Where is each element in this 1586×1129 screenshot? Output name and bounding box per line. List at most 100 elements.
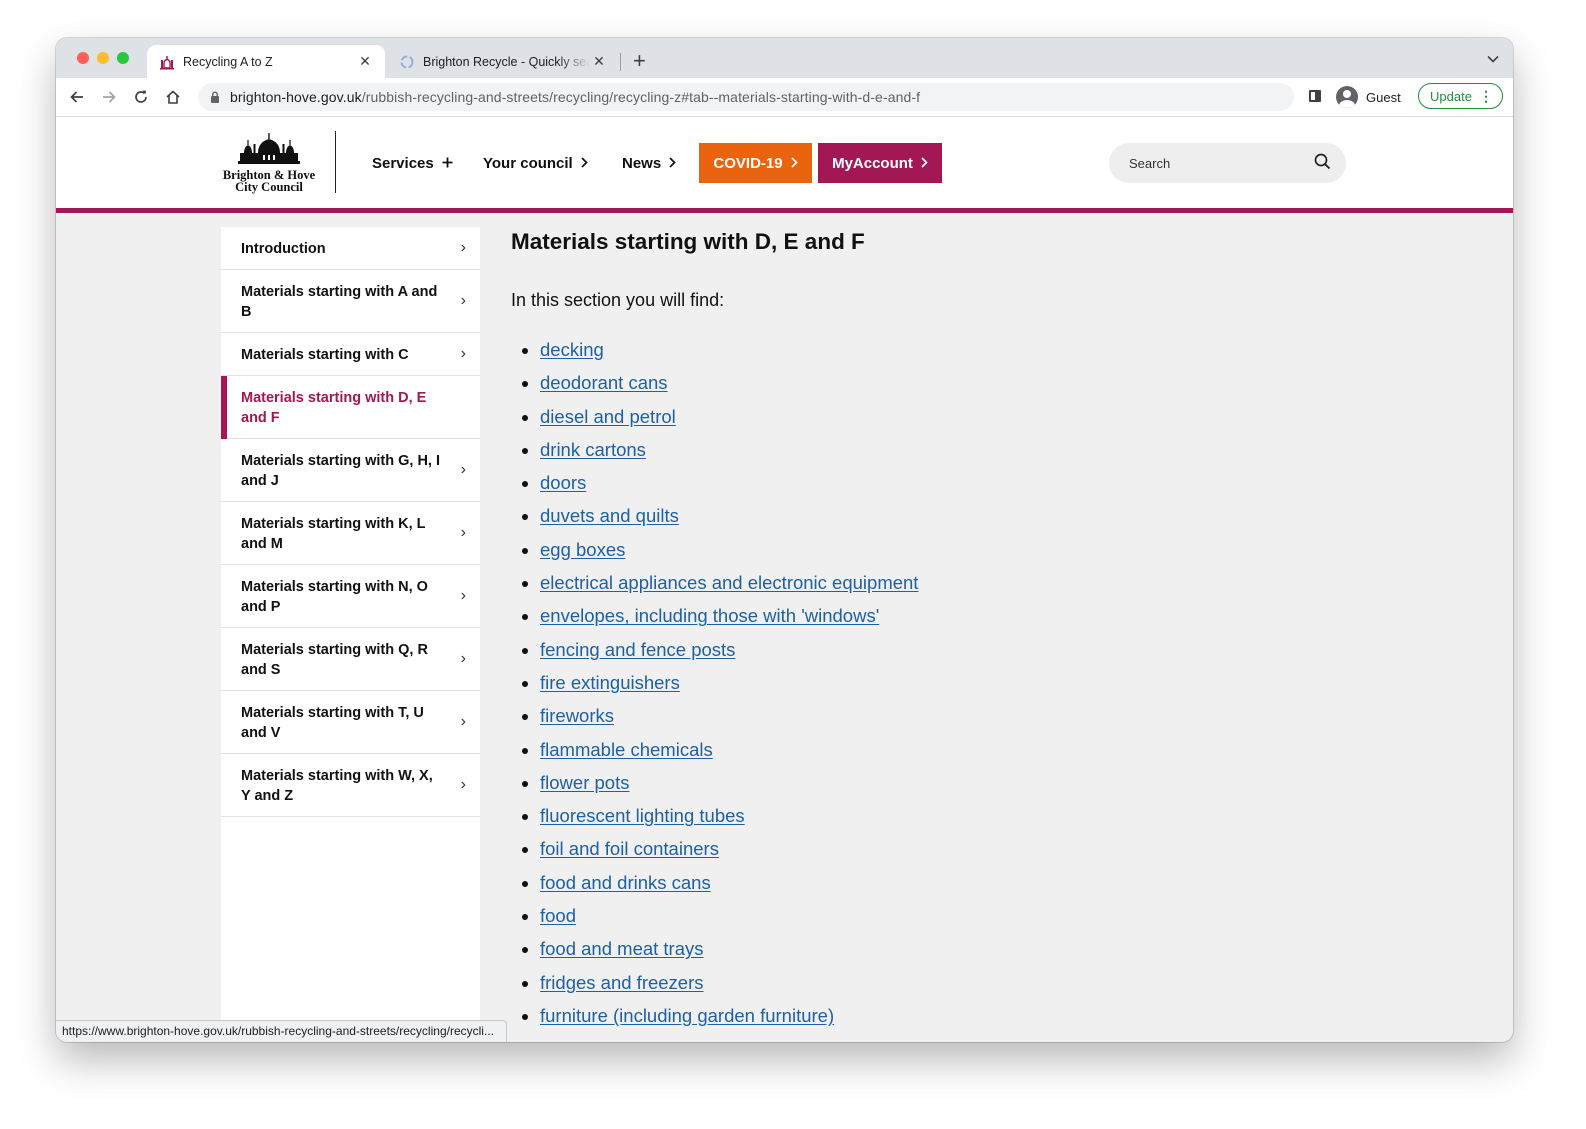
nav-label: Your council (483, 154, 573, 172)
logo-line-2: City Council (235, 180, 303, 194)
material-link[interactable]: deodorant cans (540, 372, 668, 393)
list-item: food (540, 899, 1411, 932)
list-item: egg boxes (540, 533, 1411, 566)
profile-button[interactable]: Guest (1336, 83, 1401, 111)
sidebar-item-introduction[interactable]: Introduction › (221, 227, 480, 270)
nav-services[interactable]: Services (372, 143, 453, 183)
sidebar-item-d-e-f[interactable]: Materials starting with D, E and F (221, 376, 480, 439)
material-link[interactable]: foil and foil containers (540, 838, 719, 859)
forward-button[interactable] (98, 86, 120, 108)
material-link[interactable]: flower pots (540, 772, 629, 793)
tab-title: Brighton Recycle - Quickly search (423, 54, 591, 69)
material-link[interactable]: diesel and petrol (540, 406, 676, 427)
arrow-left-icon (70, 91, 83, 103)
myaccount-label: MyAccount (832, 154, 913, 172)
tab-recycling-a-to-z[interactable]: Recycling A to Z ✕ (147, 45, 385, 78)
sidebar-item-a-b[interactable]: Materials starting with A and B › (221, 270, 480, 333)
council-favicon-icon (160, 55, 174, 69)
list-item: foil and foil containers (540, 832, 1411, 865)
material-link[interactable]: decking (540, 339, 604, 360)
site-search-input[interactable]: Search (1109, 143, 1346, 183)
tab-search-chevron-icon[interactable] (1487, 50, 1499, 66)
chevron-right-icon (921, 155, 928, 172)
material-link[interactable]: food and drinks cans (540, 872, 711, 893)
sidebar-item-label: Materials starting with D, E and F (241, 390, 427, 426)
update-button[interactable]: Update ⋮ (1418, 83, 1503, 109)
back-button[interactable] (66, 86, 88, 108)
pavilion-logo-icon (238, 133, 300, 164)
myaccount-button[interactable]: MyAccount (818, 143, 942, 183)
material-link[interactable]: egg boxes (540, 539, 625, 560)
tab-title: Recycling A to Z (183, 54, 273, 69)
covid-19-button[interactable]: COVID-19 (699, 143, 812, 183)
address-bar[interactable]: brighton-hove.gov.uk/rubbish-recycling-a… (198, 83, 1294, 111)
sidebar-item-label: Materials starting with W, X, Y and Z (241, 768, 433, 804)
material-link[interactable]: electrical appliances and electronic equ… (540, 572, 918, 593)
search-icon[interactable] (1314, 153, 1331, 173)
sidebar-item-c[interactable]: Materials starting with C › (221, 333, 480, 376)
list-item: food and meat trays (540, 932, 1411, 965)
sidebar-item-label: Materials starting with A and B (241, 284, 438, 320)
list-item: doors (540, 466, 1411, 499)
intro-text: In this section you will find: (511, 290, 725, 310)
material-link[interactable]: food (540, 905, 576, 926)
avatar-icon (1336, 86, 1358, 108)
material-link[interactable]: fencing and fence posts (540, 639, 735, 660)
close-window-button[interactable] (77, 52, 89, 64)
material-link[interactable]: envelopes, including those with 'windows… (540, 605, 879, 626)
logo-divider (335, 131, 336, 193)
sidebar-item-g-h-i-j[interactable]: Materials starting with G, H, I and J › (221, 439, 480, 502)
list-item: envelopes, including those with 'windows… (540, 599, 1411, 632)
home-button[interactable] (162, 86, 184, 108)
reload-button[interactable] (130, 86, 152, 108)
material-link[interactable]: fireworks (540, 705, 614, 726)
side-panel-icon[interactable] (1309, 90, 1321, 102)
nav-your-council[interactable]: Your council (483, 143, 588, 183)
list-item: flammable chemicals (540, 733, 1411, 766)
material-link[interactable]: fluorescent lighting tubes (540, 805, 745, 826)
more-vertical-icon: ⋮ (1479, 88, 1493, 104)
chevron-right-icon (790, 155, 798, 172)
lock-icon[interactable] (208, 91, 222, 103)
material-link[interactable]: drink cartons (540, 439, 646, 460)
material-link[interactable]: fire extinguishers (540, 672, 680, 693)
zoom-window-button[interactable] (117, 52, 129, 64)
sidebar-item-label: Materials starting with N, O and P (241, 579, 428, 615)
list-item: fridges and freezers (540, 966, 1411, 999)
minimize-window-button[interactable] (97, 52, 109, 64)
tab-close-icon[interactable]: ✕ (591, 53, 607, 70)
browser-toolbar: brighton-hove.gov.uk/rubbish-recycling-a… (56, 78, 1513, 117)
chevron-right-icon: › (460, 292, 466, 309)
home-icon (166, 90, 180, 104)
tab-brighton-recycle[interactable]: Brighton Recycle - Quickly search ✕ (387, 45, 619, 78)
material-link[interactable]: duvets and quilts (540, 505, 679, 526)
nav-news[interactable]: News (622, 143, 676, 183)
sidebar-item-n-o-p[interactable]: Materials starting with N, O and P › (221, 565, 480, 628)
section-sidebar: Introduction › Materials starting with A … (221, 227, 480, 1042)
list-item: food and drinks cans (540, 866, 1411, 899)
main-content: Materials starting with D, E and F In th… (511, 227, 1411, 1032)
profile-label: Guest (1366, 89, 1401, 105)
material-link[interactable]: doors (540, 472, 586, 493)
material-link[interactable]: fridges and freezers (540, 972, 704, 993)
chevron-right-icon: › (460, 345, 466, 362)
tab-close-icon[interactable]: ✕ (357, 53, 373, 70)
new-tab-button[interactable]: + (633, 48, 646, 74)
material-link[interactable]: furniture (including garden furniture) (540, 1005, 834, 1026)
material-link[interactable]: flammable chemicals (540, 739, 713, 760)
covid-label: COVID-19 (713, 154, 783, 172)
chevron-right-icon: › (460, 239, 466, 256)
list-item: diesel and petrol (540, 400, 1411, 433)
nav-label: Services (372, 154, 434, 172)
sidebar-item-q-r-s[interactable]: Materials starting with Q, R and S › (221, 628, 480, 691)
nav-label: News (622, 154, 662, 172)
sidebar-item-label: Materials starting with C (241, 347, 409, 363)
list-item: fireworks (540, 699, 1411, 732)
sidebar-item-w-x-y-z[interactable]: Materials starting with W, X, Y and Z › (221, 754, 480, 817)
list-item: fencing and fence posts (540, 633, 1411, 666)
browser-window: Recycling A to Z ✕ Brighton Recycle - Qu… (56, 38, 1513, 1042)
sidebar-item-k-l-m[interactable]: Materials starting with K, L and M › (221, 502, 480, 565)
council-logo[interactable]: Brighton & Hove City Council (221, 133, 317, 195)
sidebar-item-t-u-v[interactable]: Materials starting with T, U and V › (221, 691, 480, 754)
material-link[interactable]: food and meat trays (540, 938, 704, 959)
